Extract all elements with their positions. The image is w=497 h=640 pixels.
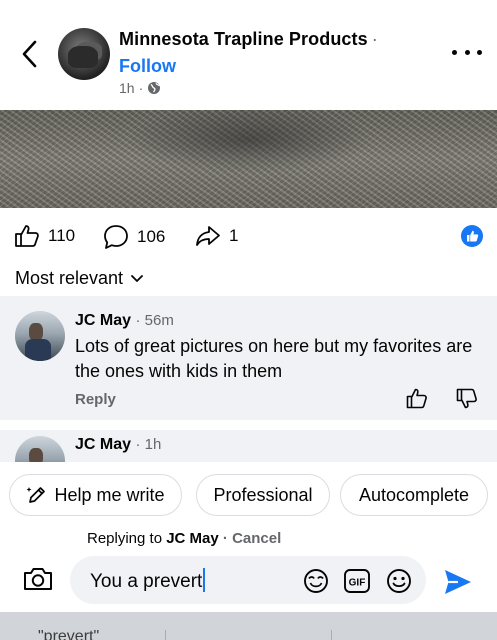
autocomplete-chip[interactable]: Autocomplete: [340, 474, 488, 516]
gif-button[interactable]: GIF: [343, 568, 371, 599]
svg-text:GIF: GIF: [349, 578, 366, 589]
like-reaction-badge[interactable]: [461, 225, 483, 247]
chevron-down-icon: [131, 274, 143, 282]
back-button[interactable]: [14, 38, 44, 70]
comment-time: · 56m: [135, 312, 174, 329]
gif-icon: GIF: [344, 569, 370, 593]
chip-label: Autocomplete: [358, 484, 470, 505]
suggestion-divider: [165, 630, 166, 640]
page-name[interactable]: Minnesota Trapline Products ·: [119, 29, 378, 50]
comment-item: JC May · 1h: [0, 420, 497, 464]
professional-chip[interactable]: Professional: [196, 474, 330, 516]
share-button[interactable]: 1: [195, 224, 238, 248]
thumbs-down-outline-icon: [456, 388, 477, 409]
avatar[interactable]: [15, 436, 65, 464]
page-avatar[interactable]: [58, 28, 110, 80]
dot-icon: [464, 49, 470, 55]
share-count: 1: [229, 226, 239, 245]
camera-icon: [24, 568, 52, 590]
chevron-left-icon: [22, 40, 37, 68]
reactions-bar: 110 106 1: [0, 208, 497, 264]
replying-name: JC May: [166, 530, 219, 547]
emoji-button[interactable]: [385, 568, 413, 599]
comment-time: · 1h: [135, 436, 162, 453]
globe-icon: [148, 82, 161, 94]
sort-comments-dropdown[interactable]: Most relevant: [15, 268, 143, 289]
help-me-write-button[interactable]: Help me write: [9, 474, 182, 516]
comment-input[interactable]: You a prevert GIF: [70, 556, 426, 604]
camera-button[interactable]: [22, 566, 54, 597]
comment-author[interactable]: JC May · 1h: [75, 436, 161, 454]
dot-icon: [452, 49, 457, 55]
comment-separator: [0, 420, 497, 430]
sort-label: Most relevant: [15, 268, 124, 288]
comment-input-value[interactable]: You a prevert: [90, 568, 206, 593]
downvote-button[interactable]: [456, 388, 478, 414]
cancel-reply-button[interactable]: · Cancel: [223, 530, 281, 547]
more-options-button[interactable]: [452, 42, 482, 62]
replying-to-banner: Replying to JC May · Cancel: [87, 530, 281, 547]
keyboard-suggestion[interactable]: "prevert": [38, 628, 99, 640]
chip-label: Help me write: [54, 484, 165, 505]
suggestion-divider: [331, 630, 332, 640]
keyboard-suggestion-bar: "prevert": [0, 612, 497, 640]
comment-count: 106: [137, 227, 166, 246]
thumbs-up-icon: [15, 225, 39, 247]
thumbs-up-filled-icon: [466, 230, 478, 242]
like-button[interactable]: 110: [14, 224, 75, 248]
follow-button[interactable]: Follow: [119, 56, 176, 77]
emoji-icon: [387, 569, 411, 593]
upvote-button[interactable]: [406, 388, 428, 414]
comment-author[interactable]: JC May · 56m: [75, 312, 174, 330]
replying-prefix: Replying to: [87, 530, 163, 547]
avatar[interactable]: [15, 311, 65, 361]
comment-item: JC May · 56m Lots of great pictures on h…: [0, 296, 497, 420]
dot-icon: [477, 49, 482, 55]
thumbs-up-outline-icon: [406, 388, 427, 409]
comment-composer: Help me write Professional Autocomplete …: [0, 462, 497, 612]
post-image[interactable]: [0, 110, 497, 208]
comment-text: Lots of great pictures on here but my fa…: [75, 336, 473, 381]
pencil-sparkle-icon: [26, 487, 46, 503]
meta-separator: ·: [138, 80, 144, 96]
post-header: Minnesota Trapline Products · Follow 1h ·: [0, 0, 497, 110]
like-count: 110: [48, 226, 76, 245]
reply-button[interactable]: Reply: [75, 391, 116, 408]
name-separator: ·: [371, 29, 378, 49]
send-button[interactable]: [443, 568, 473, 601]
share-icon: [196, 226, 220, 246]
post-time: 1h: [119, 80, 135, 96]
comment-button[interactable]: 106: [103, 224, 165, 250]
avatar-sticker-button[interactable]: [302, 568, 330, 599]
avatar-sticker-icon: [304, 569, 328, 593]
send-icon: [445, 570, 471, 594]
comment-icon: [104, 225, 128, 249]
post-meta: 1h ·: [119, 80, 161, 96]
text-caret: [203, 568, 206, 592]
chip-label: Professional: [213, 484, 313, 505]
